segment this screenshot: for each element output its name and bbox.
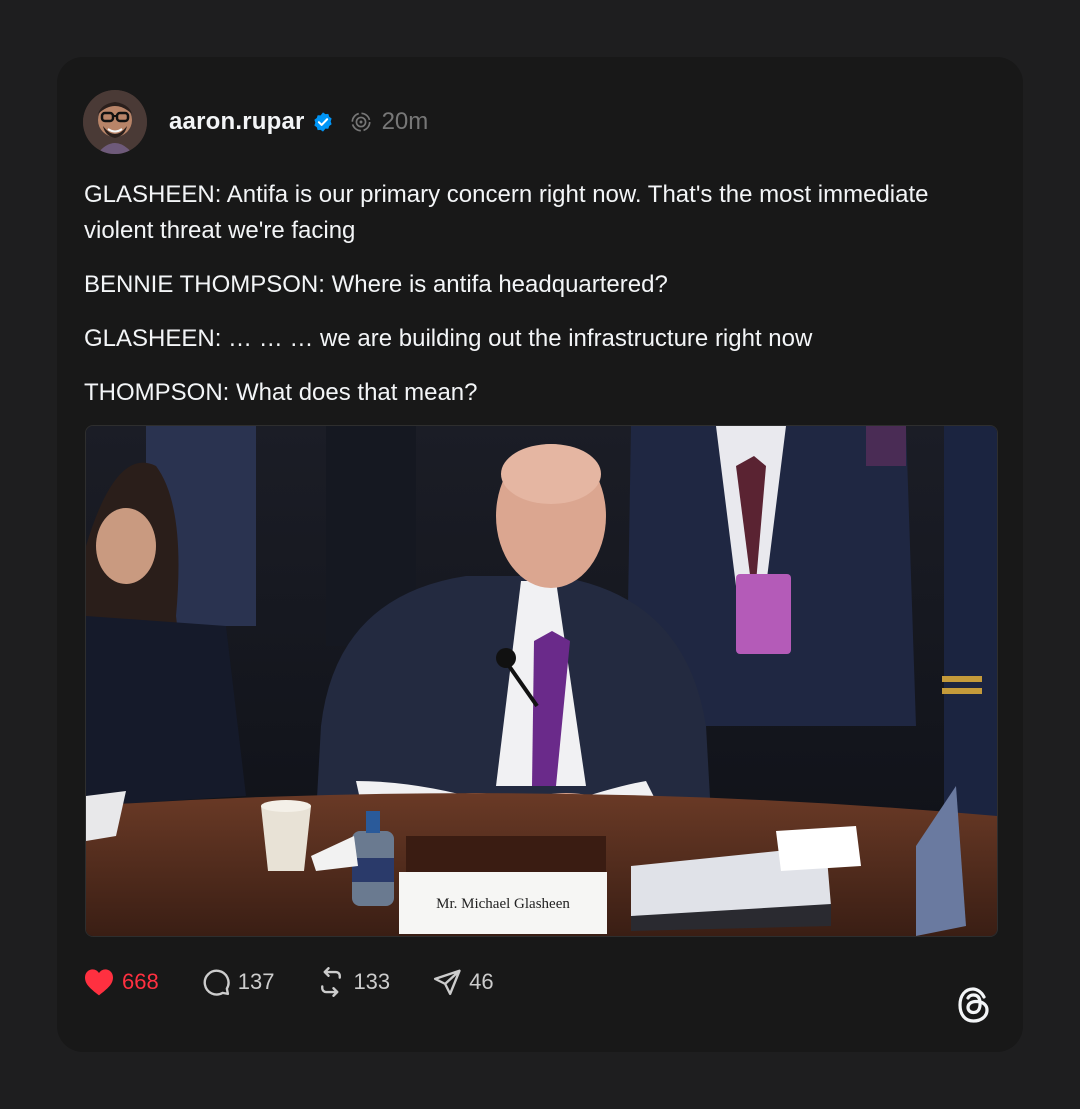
share-button[interactable]: 46 xyxy=(432,967,494,997)
repost-button[interactable]: 133 xyxy=(316,967,390,997)
post-paragraph: GLASHEEN: Antifa is our primary concern … xyxy=(84,181,929,244)
nameplate-text: Mr. Michael Glasheen xyxy=(436,896,570,912)
username-link[interactable]: aaron.rupar xyxy=(169,108,305,136)
reply-count: 137 xyxy=(237,969,275,994)
avatar[interactable] xyxy=(83,90,147,154)
post-paragraph: BENNIE THOMPSON: Where is antifa headqua… xyxy=(84,271,668,298)
send-icon xyxy=(434,969,461,996)
post-timestamp[interactable]: 20m xyxy=(382,108,429,136)
post-header: aaron.rupar 20m xyxy=(83,90,428,154)
share-count: 46 xyxy=(469,969,494,994)
post-media-image[interactable]: Mr. Michael Glasheen xyxy=(85,425,998,937)
post-paragraph: GLASHEEN: … … … we are building out the … xyxy=(84,325,813,352)
post-paragraph: THOMPSON: What does that mean? xyxy=(84,379,478,406)
post-body: GLASHEEN: Antifa is our primary concern … xyxy=(84,177,1004,429)
comment-icon xyxy=(203,969,230,996)
threads-logo-icon[interactable] xyxy=(954,983,994,1027)
post-card[interactable]: aaron.rupar 20m GLASHEEN: Antifa is our … xyxy=(57,57,1023,1052)
post-actions-bar: 668 137 133 46 xyxy=(83,962,536,1002)
like-button[interactable]: 668 xyxy=(83,967,159,997)
verified-badge-icon xyxy=(312,111,334,133)
threads-activity-icon xyxy=(350,111,372,133)
like-count: 668 xyxy=(122,969,159,994)
repost-count: 133 xyxy=(353,969,391,994)
reply-button[interactable]: 137 xyxy=(201,967,275,997)
repost-icon xyxy=(321,967,342,997)
heart-icon xyxy=(85,969,113,996)
